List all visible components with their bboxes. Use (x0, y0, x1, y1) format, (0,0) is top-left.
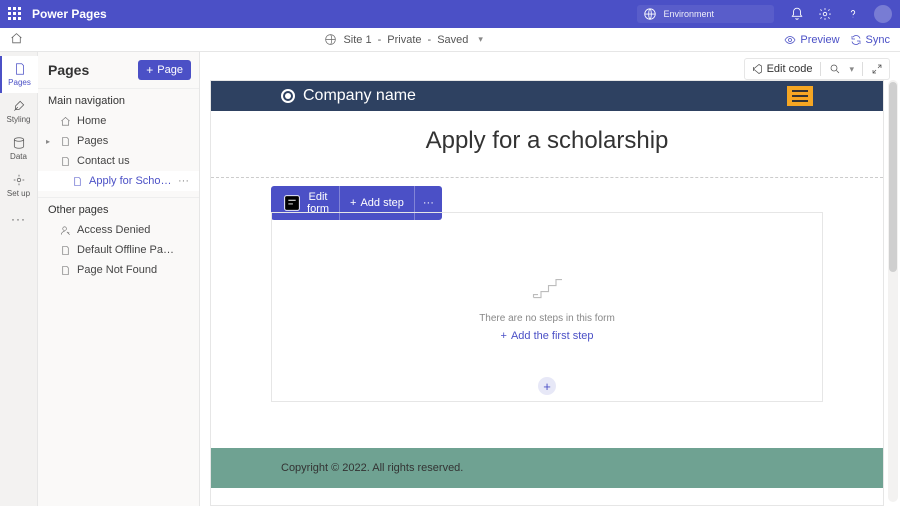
scrollbar-thumb[interactable] (889, 82, 897, 272)
vscode-icon (751, 63, 763, 75)
pages-panel: Pages +Page Main navigation Home ▸ Pages… (38, 52, 200, 506)
app-title: Power Pages (32, 7, 107, 21)
site-logo-icon (281, 89, 295, 103)
styling-icon (12, 99, 26, 113)
sync-button[interactable]: Sync (850, 34, 890, 46)
chevron-down-icon[interactable]: ▾ (849, 64, 854, 75)
more-icon: ··· (423, 197, 434, 209)
zoom-icon[interactable] (829, 63, 841, 75)
plus-icon: + (350, 197, 356, 209)
item-overflow-icon[interactable]: ··· (178, 175, 191, 187)
form-region: Edit form + Add step ··· There are no st… (211, 178, 883, 402)
add-section-button[interactable]: + (538, 377, 556, 395)
section-main-nav: Main navigation (38, 88, 199, 111)
site-privacy: Private (387, 34, 421, 46)
add-first-step-link[interactable]: + Add the first step (501, 330, 594, 342)
command-bar: Site 1 - Private - Saved ▾ Preview Sync (0, 28, 900, 52)
preview-button[interactable]: Preview (784, 34, 839, 46)
rail-pages[interactable]: Pages (0, 56, 38, 93)
home-button[interactable] (10, 32, 23, 48)
app-bar: Power Pages Environment (0, 0, 900, 28)
page-icon (60, 156, 71, 167)
rail-styling[interactable]: Styling (0, 93, 38, 130)
bell-icon[interactable] (790, 7, 804, 21)
page-icon (60, 245, 71, 256)
chevron-down-icon: ▾ (478, 34, 483, 45)
gear-icon[interactable] (818, 7, 832, 21)
page-icon (60, 136, 71, 147)
environment-label: Environment (663, 10, 714, 19)
site-footer: Copyright © 2022. All rights reserved. (211, 448, 883, 488)
hero-section[interactable]: Apply for a scholarship (211, 111, 883, 178)
hamburger-menu[interactable] (787, 86, 813, 106)
vertical-scrollbar[interactable] (888, 80, 898, 502)
section-other-pages: Other pages (38, 197, 199, 220)
rail-data[interactable]: Data (0, 130, 38, 167)
panel-title: Pages (48, 62, 89, 78)
environment-picker[interactable]: Environment (637, 5, 774, 23)
page-icon (13, 62, 27, 76)
page-canvas: Company name Apply for a scholarship Edi… (210, 80, 884, 506)
help-icon[interactable] (846, 7, 860, 21)
nav-item-notfound[interactable]: Page Not Found (38, 260, 199, 280)
plus-icon: + (501, 330, 507, 342)
site-state: Saved (437, 34, 468, 46)
nav-item-access-denied[interactable]: Access Denied (38, 220, 199, 240)
page-icon (60, 265, 71, 276)
nav-item-apply-scholarship[interactable]: Apply for Scholars... ··· (38, 171, 199, 191)
chevron-right-icon[interactable]: ▸ (46, 137, 50, 146)
rail-setup[interactable]: Set up (0, 167, 38, 204)
new-page-button[interactable]: +Page (138, 60, 191, 80)
page-icon (72, 176, 83, 187)
person-key-icon (60, 225, 71, 236)
plus-icon: + (146, 64, 153, 76)
other-pages-tree: Access Denied Default Offline Page Page … (38, 220, 199, 280)
site-name: Site 1 (343, 34, 371, 46)
sync-icon (850, 34, 862, 46)
steps-empty-icon (529, 272, 565, 307)
expand-icon[interactable] (871, 63, 883, 75)
eye-icon (784, 34, 796, 46)
canvas-area: Edit code ▾ Company name Apply for a sch… (200, 52, 900, 506)
main-nav-tree: Home ▸ Pages Contact us Apply for Schola… (38, 111, 199, 191)
home-icon (60, 116, 71, 127)
setup-icon (12, 173, 26, 187)
site-icon (324, 33, 337, 46)
company-name: Company name (303, 87, 416, 105)
site-picker[interactable]: Site 1 - Private - Saved ▾ (23, 33, 784, 46)
data-icon (12, 136, 26, 150)
nav-item-offline[interactable]: Default Offline Page (38, 240, 199, 260)
footer-text: Copyright © 2022. All rights reserved. (281, 462, 463, 474)
multistep-form-box[interactable]: There are no steps in this form + Add th… (271, 212, 823, 402)
rail-more[interactable]: ··· (0, 204, 38, 232)
empty-state-text: There are no steps in this form (479, 313, 615, 324)
form-icon (281, 192, 303, 214)
environment-icon (643, 7, 657, 21)
page-title: Apply for a scholarship (211, 127, 883, 155)
app-launcher-icon[interactable] (8, 7, 22, 21)
nav-item-home[interactable]: Home (38, 111, 199, 131)
site-header: Company name (211, 81, 883, 111)
nav-item-pages[interactable]: ▸ Pages (38, 131, 199, 151)
left-rail: Pages Styling Data Set up ··· (0, 52, 38, 506)
avatar[interactable] (874, 5, 892, 23)
nav-item-contact[interactable]: Contact us (38, 151, 199, 171)
canvas-toolbar: Edit code ▾ (744, 58, 890, 80)
more-icon: ··· (11, 212, 26, 226)
edit-code-button[interactable]: Edit code (751, 63, 813, 75)
